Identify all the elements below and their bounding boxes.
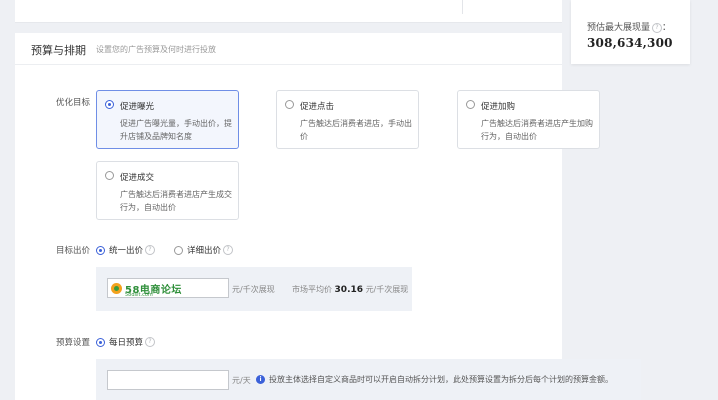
bid-input[interactable]: 58电商论坛 58dslt.com [107,278,229,298]
goal-option-name: 促进点击 [300,102,335,112]
budget-option-daily[interactable]: 每日预算? [96,336,156,348]
estimate-label-text: 预估最大展现量 [587,23,651,33]
budget-input[interactable] [107,370,229,390]
estimate-label: 预估最大展现量?： [587,20,671,33]
budget-notice-text: 投放主体选择自定义商品时可以开启自动拆分计划，此处预算设置为拆分后每个计划的预算… [269,375,613,384]
goal-option-add-cart[interactable]: 促进加购 广告触达后消费者进店产生加购行为，自动出价 [457,90,600,149]
goal-option-description: 广告触达后消费者进店产生加购行为，自动出价 [481,119,593,141]
budget-input-panel: 元/天 i 投放主体选择自定义商品时可以开启自动拆分计划，此处预算设置为拆分后每… [96,359,641,400]
radio-selected-icon[interactable] [96,337,105,347]
estimate-panel: 预估最大展现量?： 308,634,300 [571,0,690,64]
market-average-value: 30.16 [334,285,364,295]
goal-option-description: 广告触达后消费者进店，手动出价 [300,119,412,141]
bid-option-detailed[interactable]: 详细出价? [174,244,234,256]
goal-option-description: 促进广告曝光量，手动出价，提升店铺及品牌知名度 [120,119,232,141]
bid-option-unified[interactable]: 统一出价? [96,244,156,256]
section-description: 设置您的广告预算及何时进行投放 [96,45,216,54]
bid-option-detailed-label: 详细出价 [187,246,222,256]
bid-label: 目标出价 [56,246,91,256]
goal-option-name: 促进成交 [120,173,155,183]
market-average-unit: 元/千次展现 [365,285,409,294]
bid-input-panel: 58电商论坛 58dslt.com 元/千次展现 市场平均价 30.16 元/千… [96,267,412,311]
bid-option-unified-label: 统一出价 [109,246,144,256]
radio-icon[interactable] [174,245,183,255]
help-icon[interactable]: ? [145,337,156,347]
section-header: 预算与排期 设置您的广告预算及何时进行投放 [15,33,562,65]
goal-label: 优化目标 [56,98,91,108]
radio-selected-icon[interactable] [96,245,105,255]
market-average: 市场平均价 30.16 元/千次展现 [292,284,408,295]
goal-option-click[interactable]: 促进点击 广告触达后消费者进店，手动出价 [276,90,419,149]
budget-label: 预算设置 [56,338,91,348]
radio-selected-icon[interactable] [105,100,114,109]
radio-icon[interactable] [285,100,294,109]
help-icon[interactable]: ? [223,245,234,255]
radio-icon[interactable] [105,171,114,180]
card-divider [462,0,463,14]
section-title: 预算与排期 [31,44,86,57]
bid-unit: 元/千次展现 [232,285,275,294]
watermark-logo: 58电商论坛 58dslt.com [111,281,213,298]
budget-unit: 元/天 [232,376,251,385]
budget-schedule-card: 预算与排期 设置您的广告预算及何时进行投放 优化目标 促进曝光 促进广告曝光量，… [15,33,641,400]
budget-option-daily-label: 每日预算 [109,338,144,348]
estimate-label-suffix: ： [662,23,672,33]
info-icon: i [256,375,265,384]
goal-option-name: 促进加购 [481,102,516,112]
help-icon[interactable]: ? [145,245,156,255]
goal-option-conversion[interactable]: 促进成交 广告触达后消费者进店产生成交行为，自动出价 [96,161,239,220]
radio-icon[interactable] [466,100,475,109]
estimate-value: 308,634,300 [587,36,673,50]
market-average-label: 市场平均价 [292,285,332,294]
previous-section-card [15,0,562,23]
goal-option-name: 促进曝光 [120,102,155,112]
logo-icon [111,283,122,294]
help-icon[interactable]: ? [652,22,663,33]
goal-option-description: 广告触达后消费者进店产生成交行为，自动出价 [120,190,232,212]
goal-option-exposure[interactable]: 促进曝光 促进广告曝光量，手动出价，提升店铺及品牌知名度 [96,90,239,149]
budget-notice: i 投放主体选择自定义商品时可以开启自动拆分计划，此处预算设置为拆分后每个计划的… [256,374,613,385]
watermark-sub: 58dslt.com [125,292,153,298]
